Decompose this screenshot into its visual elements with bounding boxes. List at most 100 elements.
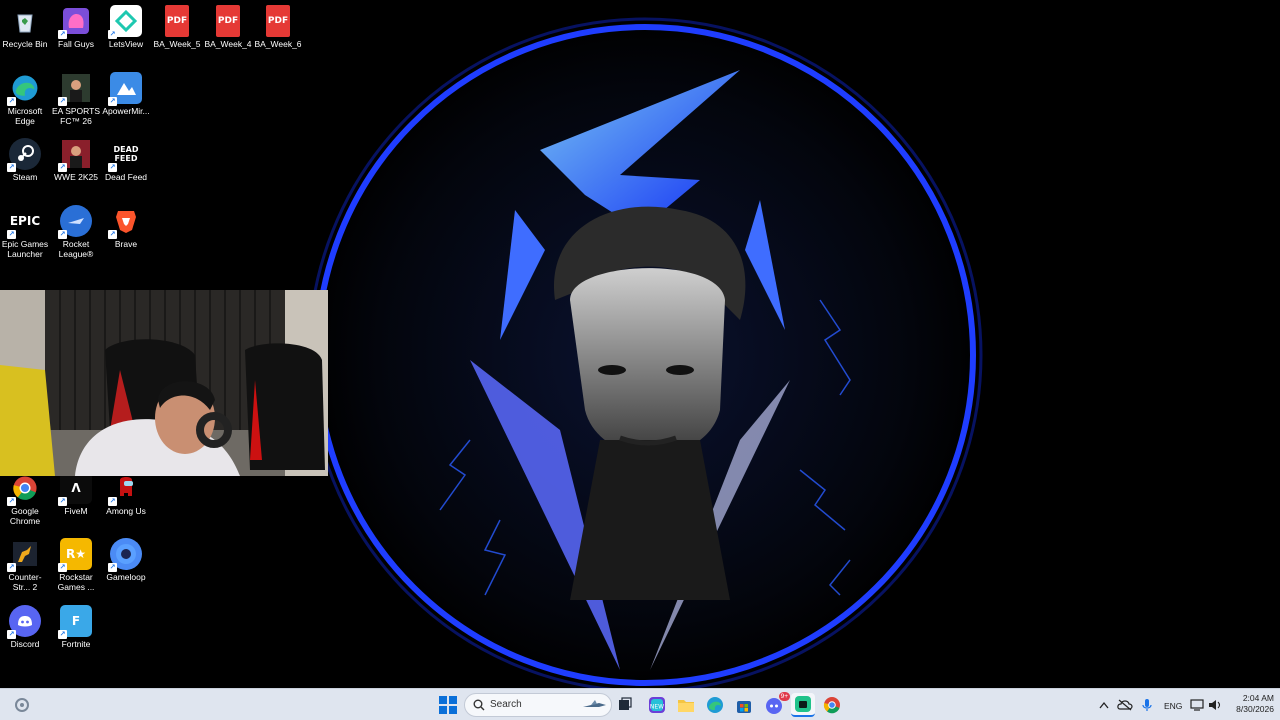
- desktop-icon-label: EA SPORTS FC™ 26: [51, 106, 101, 126]
- desktop-icon-label: Among Us: [106, 506, 146, 516]
- pdf-icon: PDF: [216, 5, 240, 37]
- brave-icon: ↗: [108, 205, 142, 239]
- shortcut-arrow-icon: ↗: [7, 230, 16, 239]
- desktop-icon-pdf[interactable]: PDF BA_Week_5: [152, 0, 202, 62]
- svg-text:NEW: NEW: [650, 704, 664, 711]
- desktop-icon-among-us[interactable]: ↗ Among Us: [101, 467, 151, 529]
- desktop-icon-pdf[interactable]: PDF BA_Week_4: [203, 0, 253, 62]
- task-view-icon[interactable]: [613, 693, 637, 717]
- desktop-icon-fivem[interactable]: Λ ↗ FiveM: [51, 467, 101, 529]
- discord-icon: ↗: [7, 605, 41, 639]
- desktop-icon-letsview[interactable]: ↗ LetsView: [101, 0, 151, 62]
- active-app-icon[interactable]: [791, 693, 815, 717]
- recycle-bin-icon: [9, 5, 41, 37]
- icon-glyph-text: F: [71, 614, 81, 628]
- desktop-icon-rockstar[interactable]: R★ ↗ Rockstar Games ...: [51, 533, 101, 595]
- start-icon[interactable]: [436, 693, 460, 717]
- desktop-icon-label: Dead Feed: [104, 172, 148, 182]
- icon-glyph-text: PDF: [267, 16, 289, 26]
- fortnite-icon: F ↗: [58, 605, 92, 639]
- desktop-icon-counter-strike[interactable]: ↗ Counter-Str... 2: [0, 533, 50, 595]
- cloud-sync-icon[interactable]: [1116, 693, 1134, 717]
- shortcut-arrow-icon: ↗: [108, 97, 117, 106]
- desktop-icon-label: BA_Week_6: [254, 39, 302, 49]
- desktop-icon-fall-guys[interactable]: ↗ Fall Guys: [51, 0, 101, 62]
- desktop-icon-label: ApowerMir...: [102, 106, 150, 116]
- chrome-icon: ↗: [7, 472, 41, 506]
- desktop-icon-label: LetsView: [108, 39, 144, 49]
- desktop-icon-label: BA_Week_4: [204, 39, 252, 49]
- desktop-icon-brave[interactable]: ↗ Brave: [101, 200, 151, 262]
- desktop-icon-recycle-bin[interactable]: Recycle Bin: [0, 0, 50, 62]
- widgets-icon[interactable]: [10, 693, 34, 717]
- search-highlight-icon: [583, 700, 606, 707]
- desktop-icon-discord[interactable]: ↗ Discord: [0, 600, 50, 662]
- desktop-icon-pdf[interactable]: PDF BA_Week_6: [253, 0, 303, 62]
- shortcut-arrow-icon: ↗: [108, 30, 117, 39]
- desktop-icon-dead-feed[interactable]: DEAD FEED ↗ Dead Feed: [101, 133, 151, 195]
- desktop-icon-epic-games[interactable]: EPIC ↗ Epic Games Launcher: [0, 200, 50, 262]
- discord-badge: 9+: [778, 692, 790, 701]
- icon-glyph-text: Λ: [71, 481, 81, 495]
- apowermirror-icon: ↗: [108, 72, 142, 106]
- shortcut-arrow-icon: ↗: [58, 97, 67, 106]
- desktop-icon-chrome[interactable]: ↗ Google Chrome: [0, 467, 50, 529]
- desktop-icon-edge[interactable]: ↗ Microsoft Edge: [0, 67, 50, 129]
- shortcut-arrow-icon: ↗: [7, 497, 16, 506]
- shortcut-arrow-icon: ↗: [58, 163, 67, 172]
- webcam-overlay: [0, 290, 328, 476]
- desktop-icon-label: Recycle Bin: [2, 39, 48, 49]
- epic-games-icon: EPIC ↗: [7, 205, 41, 239]
- volume-icon[interactable]: [1206, 693, 1224, 717]
- microphone-icon[interactable]: [1139, 693, 1155, 717]
- clock[interactable]: 2:04 AM 8/30/2026: [1226, 693, 1274, 715]
- taskbar: Search NEW 9+ ENG 2:04 AM 8/30/2026: [0, 688, 1280, 720]
- shortcut-arrow-icon: ↗: [108, 563, 117, 572]
- shortcut-arrow-icon: ↗: [58, 230, 67, 239]
- shortcut-arrow-icon: ↗: [108, 230, 117, 239]
- pdf-icon: PDF: [266, 5, 290, 37]
- language-indicator[interactable]: ENG: [1164, 701, 1182, 711]
- fivem-icon: Λ ↗: [58, 472, 92, 506]
- chevron-up-icon[interactable]: [1096, 693, 1112, 717]
- discord-icon[interactable]: 9+: [762, 692, 790, 717]
- desktop-icon-gameloop[interactable]: ↗ Gameloop: [101, 533, 151, 595]
- desktop-icon-apowermirror[interactable]: ↗ ApowerMir...: [101, 67, 151, 129]
- desktop-icon-label: Rocket League®: [58, 239, 94, 259]
- shortcut-arrow-icon: ↗: [58, 563, 67, 572]
- taskbar-search-input[interactable]: Search: [464, 693, 612, 717]
- steam-icon: ↗: [7, 138, 41, 172]
- desktop-icon-label: Epic Games Launcher: [1, 239, 49, 259]
- counter-strike-icon: ↗: [7, 538, 41, 572]
- rocket-league-icon: ↗: [58, 205, 92, 239]
- desktop-icon-ea-fc[interactable]: ↗ EA SPORTS FC™ 26: [51, 67, 101, 129]
- shortcut-arrow-icon: ↗: [7, 630, 16, 639]
- display-icon[interactable]: [1188, 693, 1206, 717]
- ea-fc-icon: ↗: [58, 72, 92, 106]
- desktop-icon-label: Fortnite: [61, 639, 91, 649]
- among-us-icon: ↗: [108, 472, 142, 506]
- desktop-icon-label: Gameloop: [106, 572, 146, 582]
- edge-icon[interactable]: [703, 693, 727, 717]
- desktop-icon-steam[interactable]: ↗ Steam: [0, 133, 50, 195]
- shortcut-arrow-icon: ↗: [7, 97, 16, 106]
- copilot-icon[interactable]: NEW: [645, 693, 669, 717]
- letsview-icon: ↗: [108, 5, 142, 39]
- microsoft-store-icon[interactable]: [732, 693, 756, 717]
- shortcut-arrow-icon: ↗: [7, 163, 16, 172]
- icon-glyph-text: DEAD FEED: [113, 145, 139, 163]
- shortcut-arrow-icon: ↗: [58, 30, 67, 39]
- desktop-icon-rocket-league[interactable]: ↗ Rocket League®: [51, 200, 101, 262]
- desktop-icon-label: Discord: [10, 639, 40, 649]
- chrome-icon[interactable]: [820, 693, 844, 717]
- wwe-icon: ↗: [58, 138, 92, 172]
- dead-feed-icon: DEAD FEED ↗: [108, 138, 142, 172]
- shortcut-arrow-icon: ↗: [108, 497, 117, 506]
- icon-glyph-text: R★: [66, 547, 86, 561]
- desktop-icon-label: Microsoft Edge: [7, 106, 43, 126]
- icon-glyph-text: EPIC: [9, 214, 41, 228]
- desktop-icon-label: BA_Week_5: [153, 39, 201, 49]
- desktop-icon-fortnite[interactable]: F ↗ Fortnite: [51, 600, 101, 662]
- file-explorer-icon[interactable]: [674, 693, 698, 717]
- desktop-icon-wwe[interactable]: ↗ WWE 2K25: [51, 133, 101, 195]
